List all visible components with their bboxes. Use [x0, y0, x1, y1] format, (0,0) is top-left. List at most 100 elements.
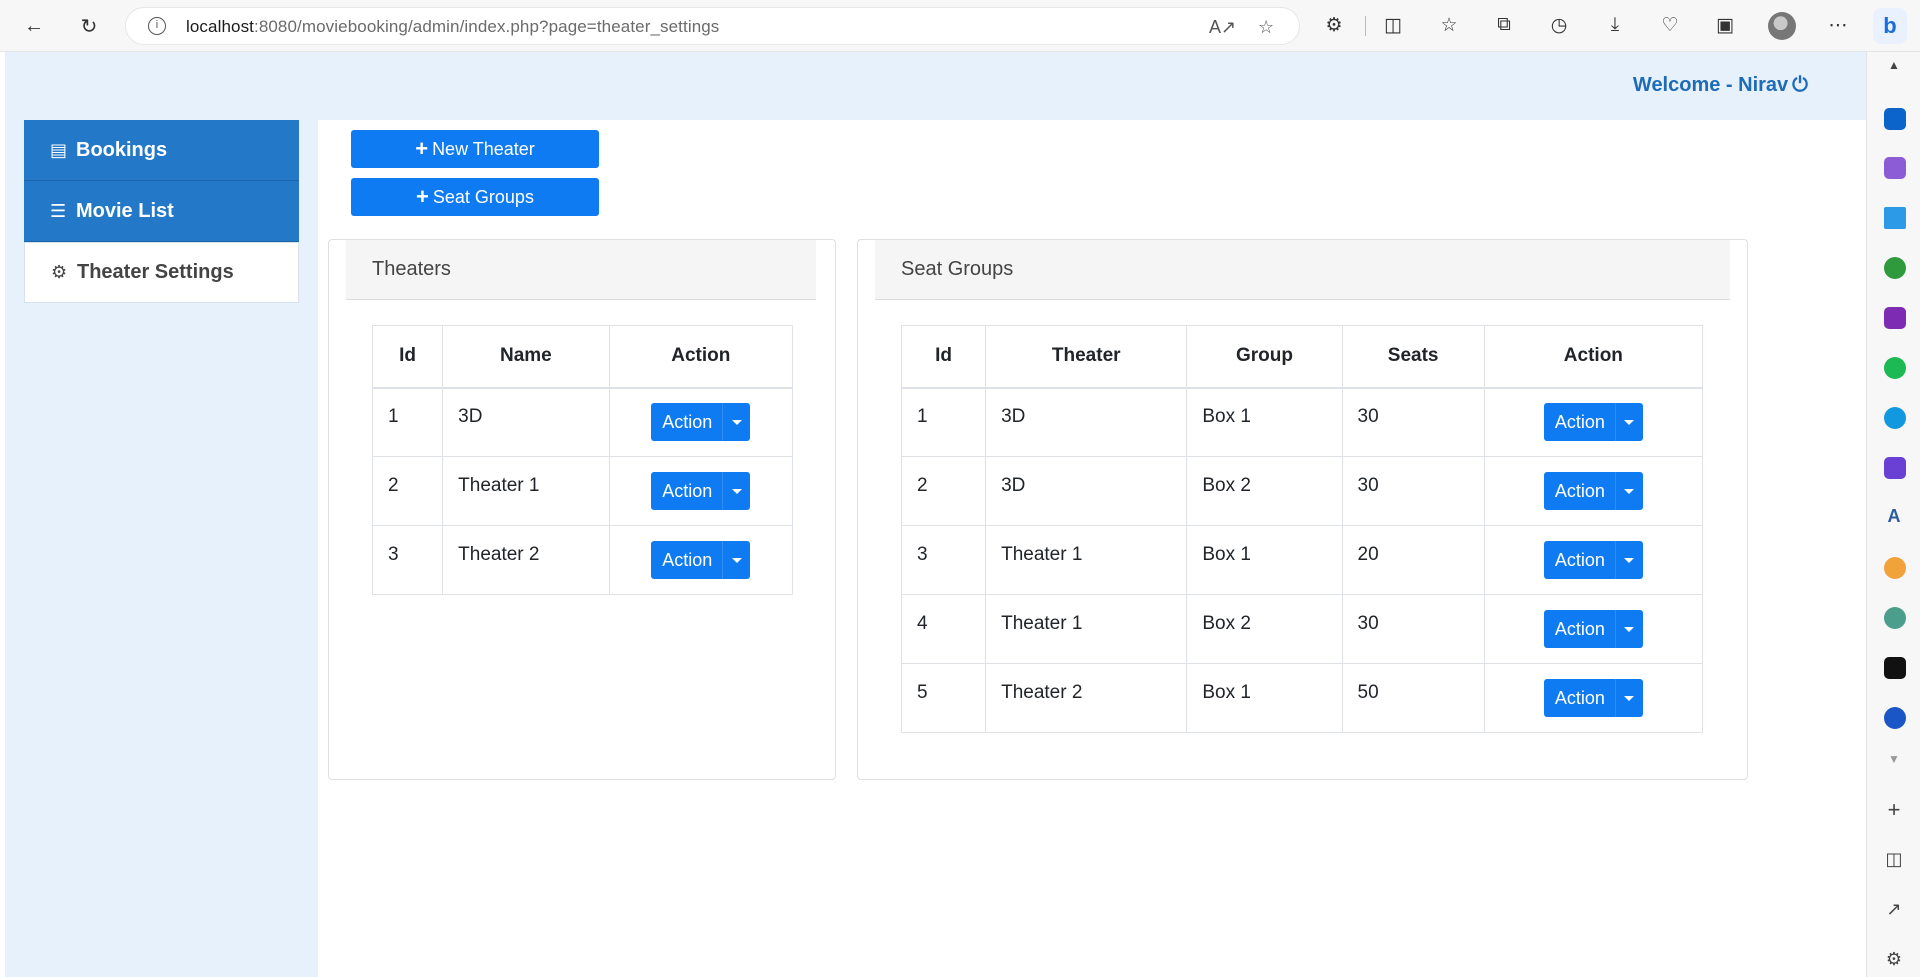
add-icon[interactable]: +	[1880, 797, 1908, 823]
cell-action: Action	[608, 387, 794, 457]
url-host: localhost	[186, 17, 254, 36]
sidebar-item-bookings[interactable]: ▤ Bookings	[24, 120, 299, 181]
column-header: Name	[442, 325, 610, 389]
action-dropdown-button[interactable]: Action	[1543, 541, 1643, 579]
table-header-row: Id Theater Group Seats Action	[900, 325, 1704, 389]
power-icon[interactable]: ⏻	[1792, 74, 1808, 97]
profile-avatar[interactable]	[1768, 12, 1796, 40]
welcome-text[interactable]: Welcome - Nirav ⏻	[1633, 74, 1808, 97]
table-row: 2 Theater 1 Action	[371, 456, 794, 526]
cell-action: Action	[1483, 387, 1704, 457]
split-screen-icon[interactable]: ◫	[1381, 14, 1405, 37]
seat-groups-button[interactable]: + Seat Groups	[351, 178, 599, 216]
send-icon[interactable]	[1884, 207, 1906, 229]
downloads-icon[interactable]: ⤓	[1603, 14, 1627, 36]
column-header: Action	[608, 325, 794, 389]
seat-groups-card: Seat Groups Id Theater Group Seats Actio…	[857, 239, 1748, 780]
open-external-icon[interactable]: ↗	[1880, 899, 1908, 920]
caret-down-icon[interactable]	[1614, 472, 1643, 510]
table-row: 5 Theater 2 Box 1 50 Action	[900, 663, 1704, 733]
action-dropdown-button[interactable]: Action	[651, 403, 751, 442]
cell-id: 1	[900, 387, 987, 457]
caret-down-icon[interactable]	[1614, 541, 1643, 579]
new-theater-button[interactable]: + New Theater	[351, 130, 599, 168]
cell-action: Action	[608, 525, 794, 595]
cell-seats: 30	[1341, 456, 1485, 526]
extensions-icon[interactable]: ⚙	[1322, 14, 1346, 37]
column-header: Action	[1483, 325, 1704, 389]
table-row: 1 3D Box 1 30 Action	[900, 387, 1704, 457]
url-path: :8080/moviebooking/admin/index.php?page=…	[254, 17, 720, 36]
column-header: Group	[1186, 325, 1343, 389]
cell-id: 5	[900, 663, 987, 733]
action-dropdown-button[interactable]: Action	[651, 541, 751, 579]
seat-groups-label: Seat Groups	[432, 186, 534, 207]
action-dropdown-button[interactable]: Action	[651, 472, 751, 510]
sidebar-toggle-icon[interactable]: ◫	[1880, 849, 1908, 870]
action-label: Action	[1554, 618, 1605, 639]
caret-down-icon[interactable]	[722, 403, 750, 442]
app-p-icon[interactable]	[1884, 707, 1906, 729]
app-black-icon[interactable]	[1884, 657, 1906, 679]
table-row: 2 3D Box 2 30 Action	[900, 456, 1704, 526]
edge-sidebar: ▲ A ▼ + ◫ ↗ ⚙	[1866, 52, 1920, 977]
history-icon[interactable]: ◷	[1547, 14, 1571, 37]
cell-name: Theater 2	[442, 525, 610, 595]
cell-seats: 30	[1341, 387, 1485, 457]
url-text[interactable]: localhost:8080/moviebooking/admin/index.…	[186, 17, 719, 37]
more-menu-icon[interactable]: ⋯	[1826, 14, 1850, 37]
refresh-icon[interactable]: ↻	[73, 10, 105, 42]
read-aloud-icon[interactable]: A↗	[1209, 17, 1236, 38]
caret-down-icon[interactable]	[722, 541, 750, 579]
settings-icon[interactable]: ⚙	[1880, 949, 1908, 970]
scroll-up-icon[interactable]: ▲	[1880, 58, 1908, 72]
caret-down-icon[interactable]	[722, 472, 750, 510]
cell-theater: Theater 2	[985, 663, 1188, 733]
action-dropdown-button[interactable]: Action	[1543, 679, 1643, 717]
clipchamp-icon[interactable]	[1884, 457, 1906, 479]
sidebar-item-movie-list[interactable]: ☰ Movie List	[24, 181, 299, 242]
column-header: Id	[371, 325, 444, 389]
caret-down-icon[interactable]	[1614, 679, 1643, 717]
copilot-icon[interactable]: b	[1873, 8, 1907, 44]
action-label: Action	[1554, 411, 1605, 432]
table-row: 3 Theater 2 Action	[371, 525, 794, 595]
caret-down-icon[interactable]	[1614, 610, 1643, 648]
caret-down-icon[interactable]	[1614, 403, 1643, 442]
address-bar[interactable]: i localhost:8080/moviebooking/admin/inde…	[125, 7, 1300, 45]
spotify-icon[interactable]	[1884, 357, 1906, 379]
outlook-icon[interactable]	[1884, 108, 1906, 130]
back-icon[interactable]: ←	[18, 10, 50, 42]
seat-groups-card-title: Seat Groups	[875, 240, 1730, 300]
action-dropdown-button[interactable]: Action	[1543, 403, 1643, 442]
chatgpt-icon[interactable]	[1884, 607, 1906, 629]
cell-action: Action	[1483, 456, 1704, 526]
cell-seats: 30	[1341, 594, 1485, 664]
tree-icon[interactable]	[1884, 257, 1906, 279]
cell-action: Action	[1483, 525, 1704, 595]
collections-icon[interactable]: ⧉	[1492, 14, 1516, 36]
site-info-icon[interactable]: i	[148, 17, 166, 35]
translator-icon[interactable]: A	[1880, 506, 1908, 527]
cell-action: Action	[1483, 663, 1704, 733]
designer-icon[interactable]	[1884, 157, 1906, 179]
theaters-table: Id Name Action 1 3D Action 2 Theater 1 A…	[371, 325, 794, 595]
favorite-star-icon[interactable]: ☆	[1258, 17, 1274, 38]
cell-seats: 20	[1341, 525, 1485, 595]
toolbar-divider	[1365, 16, 1366, 36]
screenshot-icon[interactable]: ▣	[1713, 14, 1737, 37]
book-icon: ▤	[50, 139, 68, 160]
performance-icon[interactable]: ♡	[1658, 14, 1682, 37]
sidebar-nav: ▤ Bookings ☰ Movie List ⚙ Theater Settin…	[24, 120, 299, 303]
onenote-icon[interactable]	[1884, 307, 1906, 329]
favorites-icon[interactable]: ☆	[1437, 14, 1461, 37]
rewards-icon[interactable]	[1884, 557, 1906, 579]
cell-group: Box 2	[1186, 594, 1343, 664]
skype-icon[interactable]	[1884, 407, 1906, 429]
action-dropdown-button[interactable]: Action	[1543, 472, 1643, 510]
action-dropdown-button[interactable]: Action	[1543, 610, 1643, 648]
sidebar-item-theater-settings[interactable]: ⚙ Theater Settings	[24, 242, 299, 303]
sidebar-item-label: Theater Settings	[77, 261, 234, 283]
cell-theater: Theater 1	[985, 525, 1188, 595]
scroll-down-icon[interactable]: ▼	[1880, 752, 1908, 766]
